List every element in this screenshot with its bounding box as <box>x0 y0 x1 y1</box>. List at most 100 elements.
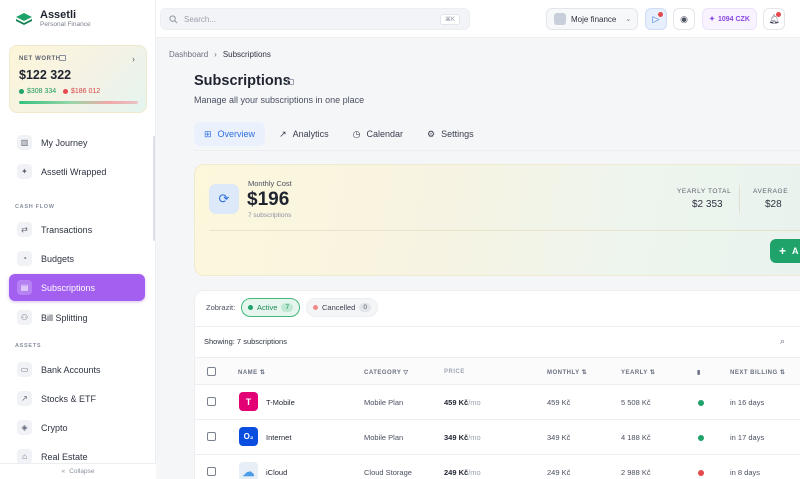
double-chevron-left-icon: « <box>61 468 66 475</box>
collapse-label: Collapse <box>69 468 95 475</box>
column-monthly-label: MONTHLY <box>547 370 580 376</box>
trend-icon: ↗ <box>279 128 287 139</box>
coins-value: 1094 CZK <box>717 15 750 23</box>
collapse-button[interactable]: « Collapse <box>0 463 156 479</box>
refresh-icon: ⟳ <box>209 184 239 214</box>
filter-cancelled[interactable]: Cancelled 0 <box>306 298 378 317</box>
tab-settings[interactable]: ⚙ Settings <box>417 122 484 146</box>
subscriptions-table: Zobrazit: Active 7 Cancelled 0 Showing: … <box>194 290 800 479</box>
play-button[interactable]: ▷ <box>645 8 667 30</box>
net-worth-assets: $308 334 <box>19 88 56 95</box>
chevron-down-icon: ⌄ <box>625 16 632 23</box>
row-checkbox[interactable] <box>207 397 216 406</box>
section-cash-flow: CASH FLOW <box>15 204 55 210</box>
chevron-right-icon[interactable]: › <box>132 54 135 64</box>
sidebar-item-bill-splitting[interactable]: ⚇ Bill Splitting <box>9 304 145 331</box>
status-dot <box>313 305 318 310</box>
filter-active[interactable]: Active 7 <box>241 298 301 317</box>
row-price: 349 Kč/mo <box>444 433 481 442</box>
sidebar-item-subscriptions[interactable]: ▤ Subscriptions <box>9 274 145 301</box>
sidebar-item-label: Bank Accounts <box>41 364 101 375</box>
app-name: Assetli <box>40 9 77 21</box>
search-icon <box>169 14 178 23</box>
notifications-button[interactable]: 🔔︎ <box>763 8 785 30</box>
divider <box>739 185 740 213</box>
info-icon[interactable] <box>287 79 294 85</box>
sidebar-scrollbar[interactable] <box>153 136 155 241</box>
sidebar-item-label: Transactions <box>41 224 93 235</box>
row-name: T-Mobile <box>266 398 295 407</box>
trend-icon: ↗ <box>17 391 32 406</box>
row-checkbox[interactable] <box>207 467 216 476</box>
row-yearly: 2 988 Kč <box>621 468 651 477</box>
topbar: Search... ⌘K Moje finance ⌄ ▷ ◉ ✦ 1094 C… <box>156 0 800 38</box>
showing-count: Showing: 7 subscriptions <box>204 337 287 346</box>
column-next-billing[interactable]: NEXT BILLING ⇅ <box>730 369 785 376</box>
column-category-label: CATEGORY <box>364 370 402 376</box>
workspace-name: Moje finance <box>571 14 617 24</box>
row-price-value: 249 Kč <box>444 468 469 477</box>
search-input[interactable]: Search... ⌘K <box>160 8 470 30</box>
tab-analytics[interactable]: ↗ Analytics <box>269 122 339 146</box>
row-yearly: 4 188 Kč <box>621 433 651 442</box>
column-price[interactable]: PRICE <box>444 369 465 375</box>
search-icon[interactable]: ⌕ <box>780 336 785 347</box>
tab-label: Calendar <box>366 129 404 139</box>
sidebar-item-label: Assetli Wrapped <box>41 166 107 177</box>
workspace-selector[interactable]: Moje finance ⌄ <box>546 8 638 30</box>
sidebar-item-label: Budgets <box>41 253 75 264</box>
column-name[interactable]: NAME ⇅ <box>238 369 265 376</box>
row-checkbox[interactable] <box>207 432 216 441</box>
add-subscription-button[interactable]: + A <box>770 239 800 263</box>
table-row[interactable]: O₂ Internet Mobile Plan 349 Kč/mo 349 Kč… <box>195 420 800 455</box>
select-all-checkbox[interactable] <box>207 367 216 376</box>
net-worth-liabilities: $186 012 <box>63 88 100 95</box>
sidebar: Assetli Personal Finance NET WORTH › $12… <box>0 0 156 479</box>
row-price-unit: /mo <box>468 468 481 477</box>
status-dot <box>698 435 704 441</box>
row-price: 249 Kč/mo <box>444 468 481 477</box>
sidebar-item-budgets[interactable]: ◔ Budgets <box>9 245 145 272</box>
table-row[interactable]: ☁ iCloud Cloud Storage 249 Kč/mo 249 Kč … <box>195 455 800 479</box>
tabs-divider <box>194 150 800 151</box>
app-logo[interactable]: Assetli Personal Finance <box>16 9 91 29</box>
breadcrumb-root[interactable]: Dashboard <box>169 50 208 59</box>
visibility-button[interactable]: ◉ <box>673 8 695 30</box>
sidebar-item-assetli-wrapped[interactable]: ✦ Assetli Wrapped <box>9 158 145 185</box>
filter-cancelled-label: Cancelled <box>322 303 356 312</box>
row-next-billing: in 17 days <box>730 433 765 442</box>
column-yearly[interactable]: YEARLY ⇅ <box>621 369 655 376</box>
row-next-billing: in 16 days <box>730 398 765 407</box>
row-price-unit: /mo <box>468 398 481 407</box>
column-monthly[interactable]: MONTHLY ⇅ <box>547 369 587 376</box>
column-name-label: NAME <box>238 370 258 376</box>
table-header: NAME ⇅ CATEGORY ▽ PRICE MONTHLY ⇅ YEARLY… <box>195 357 800 385</box>
breadcrumb-current: Subscriptions <box>222 50 271 59</box>
sidebar-item-bank-accounts[interactable]: ▭ Bank Accounts <box>9 356 145 383</box>
column-category[interactable]: CATEGORY ▽ <box>364 369 409 376</box>
sidebar-item-crypto[interactable]: ◈ Crypto <box>9 414 145 441</box>
divider <box>209 230 800 231</box>
cloud-logo-icon: ☁ <box>239 462 258 479</box>
tab-overview[interactable]: ⊞ Overview <box>194 122 266 146</box>
gear-icon: ⚙ <box>427 128 436 139</box>
section-assets: ASSETS <box>15 343 42 349</box>
tab-calendar[interactable]: ◷ Calendar <box>343 122 413 146</box>
status-dot <box>698 400 704 406</box>
shortcut-badge: ⌘K <box>439 14 460 25</box>
coins-badge[interactable]: ✦ 1094 CZK <box>702 8 757 30</box>
sidebar-item-stocks-etf[interactable]: ↗ Stocks & ETF <box>9 385 145 412</box>
net-worth-card[interactable]: NET WORTH › $122 322 $308 334 $186 012 <box>9 45 147 113</box>
sidebar-item-transactions[interactable]: ⇄ Transactions <box>9 216 145 243</box>
row-monthly: 349 Kč <box>547 433 571 442</box>
sidebar-item-label: Subscriptions <box>41 282 96 293</box>
subscription-icon: ▤ <box>17 280 32 295</box>
eye-icon[interactable] <box>59 55 66 61</box>
table-row[interactable]: T T-Mobile Mobile Plan 459 Kč/mo 459 Kč … <box>195 385 800 420</box>
status-dot <box>248 305 253 310</box>
t-mobile-logo-icon: T <box>239 392 258 411</box>
sidebar-item-label: Crypto <box>41 422 68 433</box>
sidebar-item-my-journey[interactable]: ▥ My Journey <box>9 129 145 156</box>
chevron-right-icon: › <box>214 50 217 59</box>
house-icon: ⌂ <box>17 449 32 464</box>
